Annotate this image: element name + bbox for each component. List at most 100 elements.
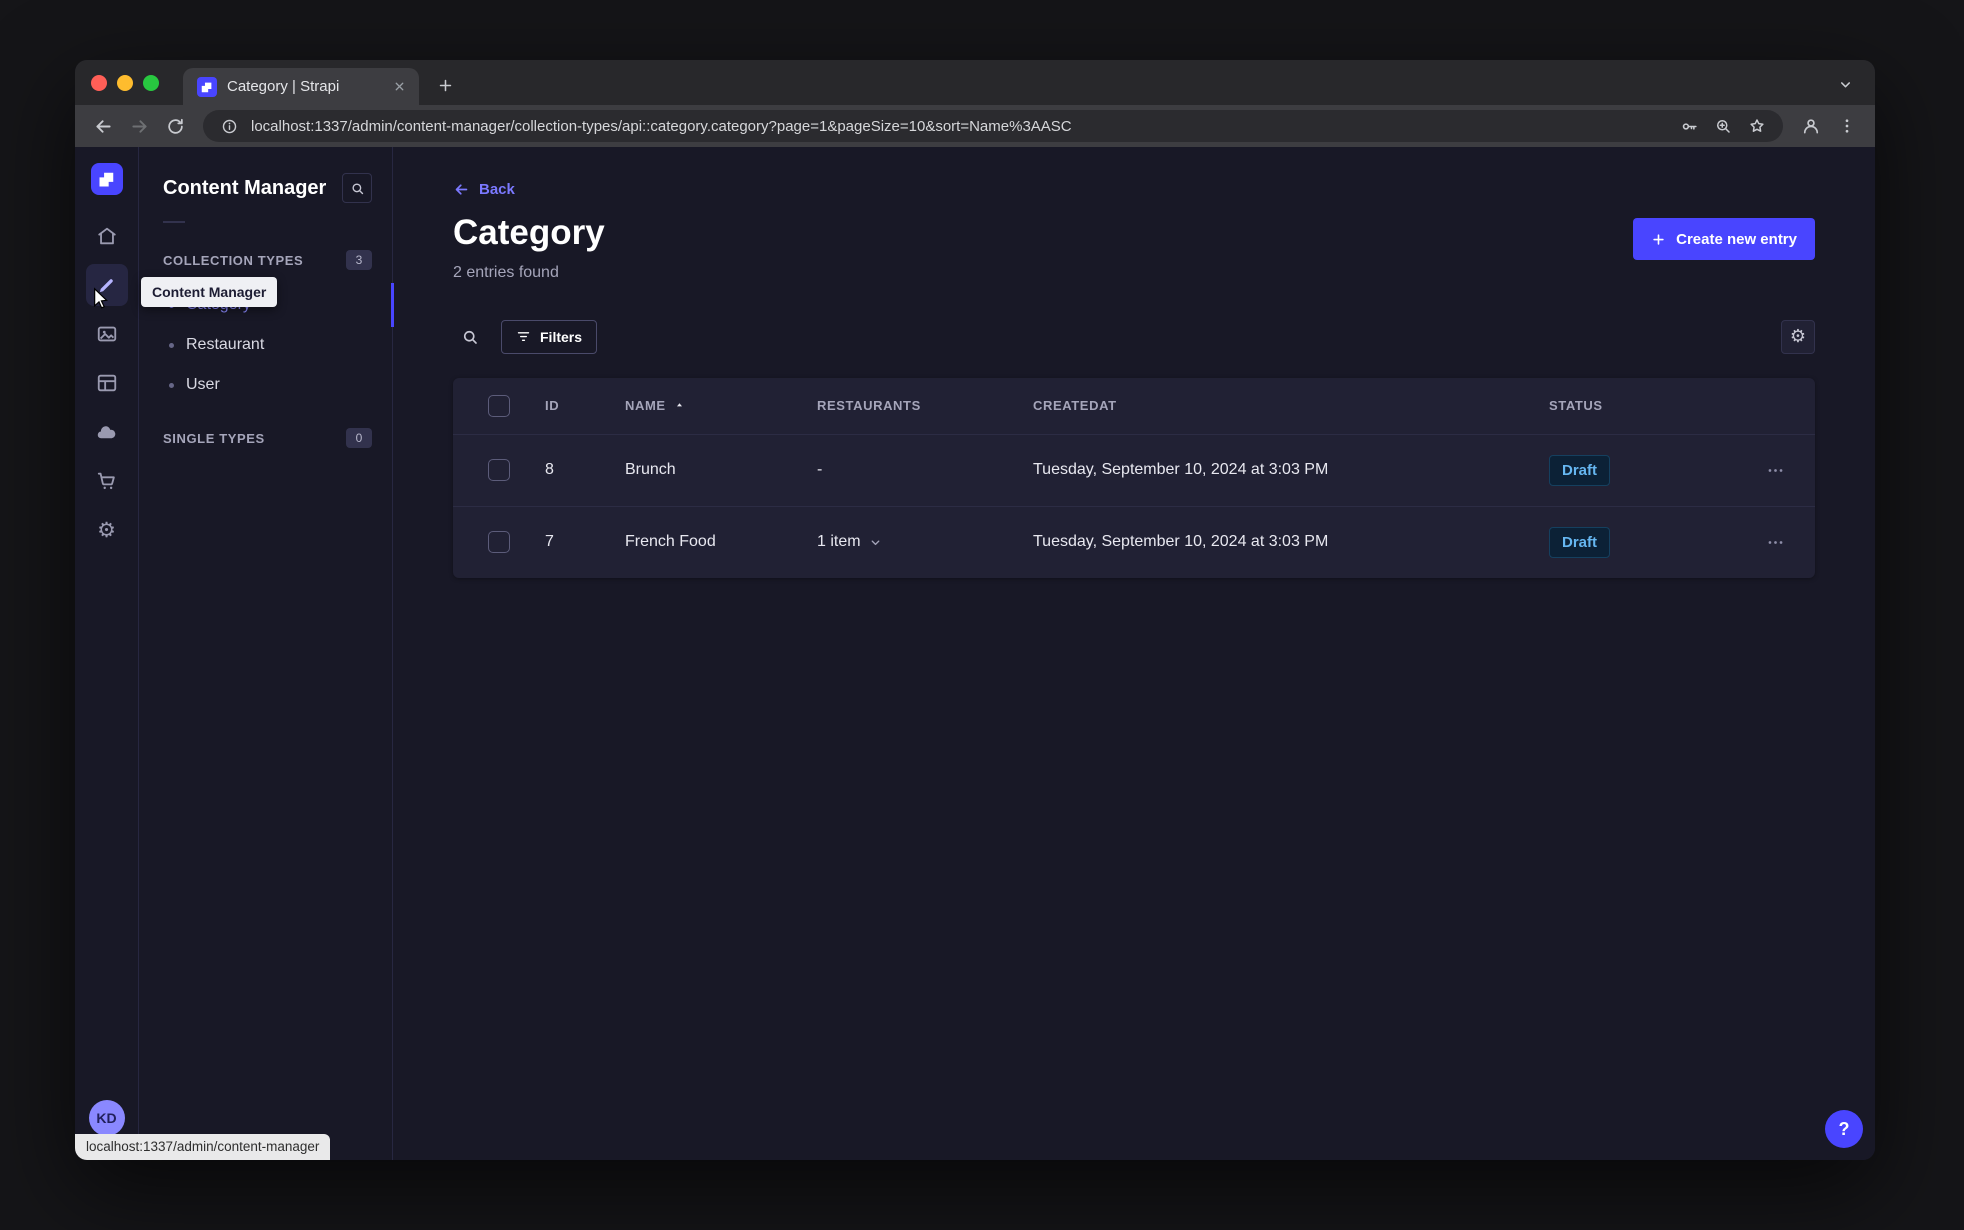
password-key-icon[interactable] [1677,114,1701,138]
column-header-restaurants[interactable]: RESTAURANTS [817,398,1033,413]
browser-window: Category | Strapi localhost:1337/admin/c… [75,60,1875,1160]
collection-types-section: COLLECTION TYPES 3 [163,243,372,277]
mouse-cursor-icon [91,287,113,309]
entries-table: ID NAME RESTAURANTS CREATEDAT STATUS 8 B… [453,377,1815,578]
entries-count: 2 entries found [453,263,559,281]
browser-forward-icon[interactable] [123,110,155,142]
single-types-section: SINGLE TYPES 0 [163,421,372,455]
address-bar[interactable]: localhost:1337/admin/content-manager/col… [203,110,1783,142]
browser-tab-strip: Category | Strapi [75,60,1875,105]
tab-title: Category | Strapi [227,78,340,95]
bullet-icon [169,342,174,348]
browser-tab[interactable]: Category | Strapi [183,68,419,105]
subnav-search-icon[interactable] [342,173,372,203]
zoom-in-icon[interactable] [1711,114,1735,138]
page-title: Category [453,213,605,252]
window-controls [91,74,159,91]
content-type-builder-icon[interactable] [86,362,128,404]
row-actions-menu-icon[interactable] [1758,525,1792,559]
filters-button[interactable]: Filters [501,319,598,354]
cell-name: Brunch [625,461,676,478]
sidebar-item-label: Restaurant [186,336,265,353]
table-row[interactable]: 7 French Food 1 item Tuesday, September … [453,505,1815,578]
plus-icon [1653,233,1664,245]
sidebar-item-label: User [186,376,220,393]
url-text[interactable]: localhost:1337/admin/content-manager/col… [251,118,1667,135]
cell-status: Draft [1549,454,1735,486]
status-badge: Draft [1549,526,1611,558]
browser-back-icon[interactable] [87,110,119,142]
cell-restaurants[interactable]: 1 item [817,533,1033,551]
select-all-checkbox[interactable] [488,394,510,417]
filter-icon [517,332,530,341]
active-item-indicator [391,283,394,327]
strapi-app: ⚙ KD Content Manager COLLECTION TYPES 3 [75,147,1875,1160]
rail-tooltip: Content Manager [141,277,278,307]
sidebar-item-restaurant[interactable]: Restaurant [163,325,372,365]
cell-status: Draft [1549,526,1735,558]
single-types-label: SINGLE TYPES [163,430,265,446]
new-tab-button[interactable] [429,69,461,101]
table-actions-row: Filters ⚙ [453,319,1815,354]
row-checkbox-cell [453,531,545,553]
browser-toolbar: localhost:1337/admin/content-manager/col… [75,105,1875,147]
cell-actions [1735,453,1815,487]
back-arrow-icon [455,184,468,195]
desktop-background: Category | Strapi localhost:1337/admin/c… [0,0,1964,1230]
back-link[interactable]: Back [453,181,515,198]
help-button[interactable]: ? [1825,1110,1863,1148]
home-icon[interactable] [86,215,128,257]
column-header-name[interactable]: NAME [625,398,817,413]
sort-asc-icon [676,403,682,407]
table-row[interactable]: 8 Brunch - Tuesday, September 10, 2024 a… [453,433,1815,506]
marketplace-cart-icon[interactable] [86,460,128,502]
site-info-icon[interactable] [217,114,241,138]
view-settings-gear-icon[interactable]: ⚙ [1781,319,1815,354]
column-header-id[interactable]: ID [545,398,625,413]
subnav-title: Content Manager [163,176,327,199]
main-content: Back Category 2 entries found Create new… [393,147,1875,1160]
create-new-entry-button[interactable]: Create new entry [1633,218,1815,260]
bookmark-star-icon[interactable] [1745,114,1769,138]
user-avatar[interactable]: KD [88,1100,125,1136]
cell-createdat: Tuesday, September 10, 2024 at 3:03 PM [1033,533,1329,550]
browser-reload-icon[interactable] [159,110,191,142]
subnav-divider [163,221,185,223]
single-types-count-badge: 0 [346,428,372,448]
column-header-createdat[interactable]: CREATEDAT [1033,398,1549,413]
deploy-cloud-icon[interactable] [86,411,128,453]
cell-name: French Food [625,533,716,550]
media-library-icon[interactable] [86,313,128,355]
window-zoom-button[interactable] [143,74,159,91]
settings-gear-icon[interactable]: ⚙ [86,509,128,551]
collection-types-label: COLLECTION TYPES [163,252,304,268]
row-checkbox-cell [453,459,545,481]
page-header: Category 2 entries found Create new entr… [453,213,1815,282]
tab-close-icon[interactable] [389,77,409,97]
table-header-row: ID NAME RESTAURANTS CREATEDAT STATUS [453,378,1815,434]
row-checkbox[interactable] [488,459,510,481]
cell-actions [1735,525,1815,559]
status-bar: localhost:1337/admin/content-manager [75,1134,331,1160]
strapi-logo[interactable] [90,163,123,195]
cell-createdat: Tuesday, September 10, 2024 at 3:03 PM [1033,461,1329,478]
status-badge: Draft [1549,454,1611,486]
bullet-icon [169,382,174,388]
header-checkbox-cell [453,394,545,417]
row-actions-menu-icon[interactable] [1758,453,1792,487]
row-checkbox[interactable] [488,531,510,553]
search-icon[interactable] [453,320,487,354]
cell-restaurants: - [817,461,823,478]
collection-types-count-badge: 3 [346,250,372,270]
window-close-button[interactable] [91,74,107,91]
column-header-status[interactable]: STATUS [1549,398,1735,413]
browser-profile-icon[interactable] [1795,110,1827,142]
cell-id: 7 [545,533,554,550]
browser-menu-icon[interactable] [1831,110,1863,142]
sidebar-item-user[interactable]: User [163,365,372,405]
cell-id: 8 [545,461,554,478]
strapi-favicon-icon [197,76,217,97]
tab-search-chevron-icon[interactable] [1833,72,1857,96]
chevron-down-icon [871,539,879,545]
window-minimize-button[interactable] [117,74,133,91]
